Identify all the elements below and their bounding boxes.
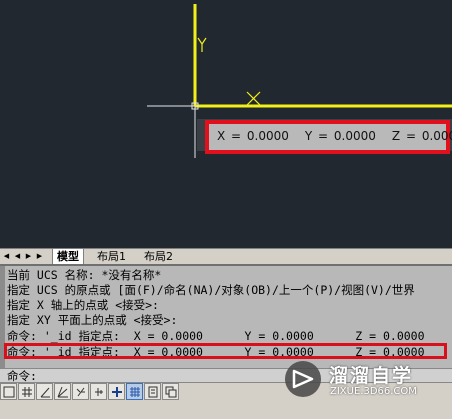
command-history-line: 命令: '_id 指定点: X = 0.0000 Y = 0.0000 Z = … <box>7 329 425 343</box>
ortho-icon <box>40 387 50 398</box>
polar-icon <box>57 386 68 398</box>
crosshair-button[interactable] <box>108 383 125 400</box>
snap-icon <box>3 386 15 398</box>
coord-x: X = 0.0000 <box>217 129 289 143</box>
otrack-icon <box>95 388 103 396</box>
model-icon <box>165 386 177 398</box>
ortho-button[interactable] <box>36 383 53 400</box>
coordinate-tooltip: X = 0.0000 Y = 0.0000 Z = 0.0000 <box>205 120 452 154</box>
dyn-grid-button[interactable] <box>126 383 143 400</box>
coord-y: Y = 0.0000 <box>304 129 376 143</box>
layout-tab-bar: ◀ ◀ ▶ ▶ 模型 布局1 布局2 <box>0 248 452 265</box>
drawing-viewport[interactable]: X = 0.0000 Y = 0.0000 Z = 0.0000 <box>0 0 452 248</box>
command-history-line: 当前 UCS 名称: *没有名称* <box>7 268 162 282</box>
watermark-logo-icon <box>285 361 321 397</box>
coordinate-readout: X = 0.0000 Y = 0.0000 Z = 0.0000 <box>217 129 452 143</box>
command-history-line: 指定 UCS 的原点或 [面(F)/命名(NA)/对象(OB)/上一个(P)/视… <box>7 283 415 297</box>
coord-z: Z = 0.0000 <box>391 129 452 143</box>
watermark: 溜溜自学 ZIXUE.3D66.COM <box>283 355 452 403</box>
grid-button[interactable] <box>18 383 35 400</box>
crosshair-icon <box>112 387 122 397</box>
lineweight-button[interactable] <box>144 383 161 400</box>
tab-layout2[interactable]: 布局2 <box>140 249 177 264</box>
osnap-icon <box>76 387 85 397</box>
grid-icon <box>22 387 32 397</box>
command-history-line: 指定 XY 平面上的点或 <接受>: <box>7 313 178 327</box>
next-tab-icon[interactable]: ▶ <box>24 251 33 262</box>
lineweight-icon <box>148 386 158 398</box>
tab-layout1[interactable]: 布局1 <box>93 249 130 264</box>
polar-button[interactable] <box>54 383 71 400</box>
otrack-button[interactable] <box>90 383 107 400</box>
watermark-url: ZIXUE.3D66.COM <box>330 386 417 397</box>
dyn-grid-icon <box>130 387 140 397</box>
model-button[interactable] <box>162 383 179 400</box>
first-tab-icon[interactable]: ◀ <box>2 251 11 262</box>
last-tab-icon[interactable]: ▶ <box>35 251 44 262</box>
snap-button[interactable] <box>0 383 17 400</box>
command-window-grip[interactable] <box>0 266 5 382</box>
tab-model[interactable]: 模型 <box>52 249 84 264</box>
osnap-button[interactable] <box>72 383 89 400</box>
prev-tab-icon[interactable]: ◀ <box>13 251 22 262</box>
watermark-title: 溜溜自学 <box>329 365 414 387</box>
command-history-line: 指定 X 轴上的点或 <接受>: <box>7 298 159 312</box>
